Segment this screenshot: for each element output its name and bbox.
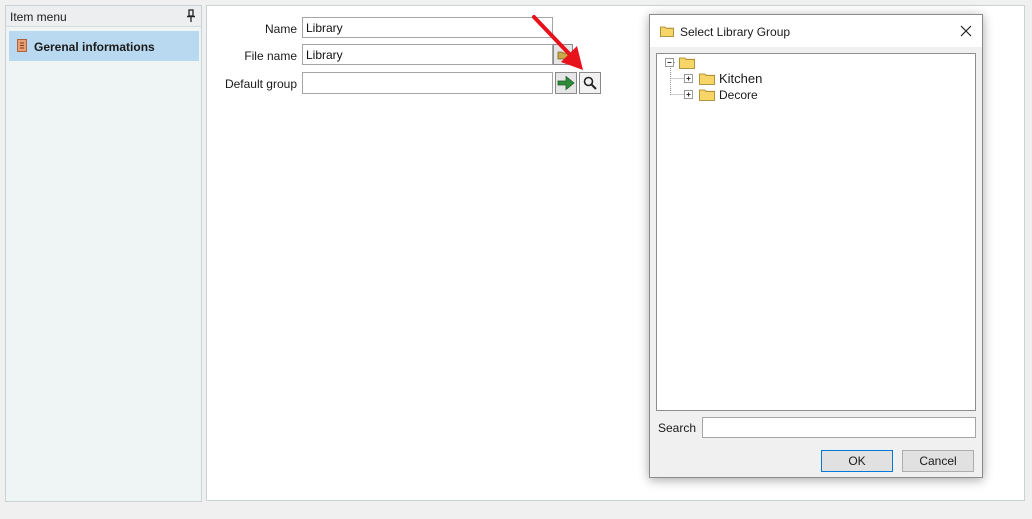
item-menu-title: Item menu [10,10,67,24]
file-name-input[interactable]: Library [302,44,553,65]
red-annotation-arrow-icon [532,15,583,70]
name-label: Name [264,22,297,36]
default-group-label: Default group [224,77,297,91]
tree-node-decore[interactable]: Decore [684,88,834,102]
pin-icon[interactable] [185,9,197,23]
folder-icon [679,57,695,69]
magnifier-icon [583,76,597,90]
dialog-title: Select Library Group [680,25,791,39]
expand-icon[interactable] [684,90,694,100]
dialog-titlebar: Select Library Group [650,15,982,47]
search-input[interactable] [702,417,976,438]
name-input[interactable]: Library [302,17,553,38]
tree-node-label: Kitchen [719,71,763,86]
search-group-button[interactable] [579,72,601,94]
green-arrow-icon [557,75,575,91]
search-label: Search [658,421,697,435]
default-group-input[interactable] [302,72,553,94]
info-item-icon [17,39,27,52]
library-group-tree: Kitchen Decore [656,53,976,411]
tree-node-label: Decore [719,88,758,102]
apply-group-button[interactable] [555,72,577,94]
folder-icon [699,89,715,101]
tree-node-kitchen[interactable]: Kitchen [684,71,834,86]
nav-item-label: Gerenal informations [34,40,155,54]
expand-icon[interactable] [684,74,694,84]
folder-icon [699,73,715,85]
close-icon [960,25,972,37]
close-button[interactable] [955,21,977,41]
cancel-button[interactable]: Cancel [902,450,974,472]
item-menu-panel: Item menu Gerenal informations [5,5,202,502]
nav-item-general-informations[interactable]: Gerenal informations [9,31,199,61]
select-library-group-dialog: Select Library Group Kitchen Decore Sear… [649,14,983,478]
collapse-icon[interactable] [665,58,675,68]
item-menu-header: Item menu [6,6,201,27]
file-name-label: File name [244,49,297,63]
ok-button[interactable]: OK [821,450,893,472]
folder-icon [660,26,674,37]
